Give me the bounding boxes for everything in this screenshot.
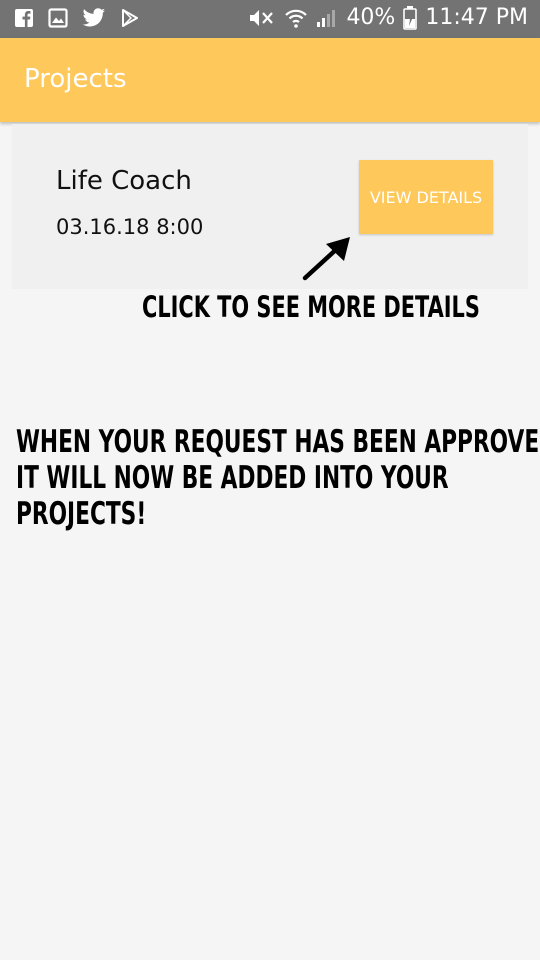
clock: 11:47 PM (425, 5, 528, 30)
project-card: Life Coach 03.16.18 8:00 VIEW DETAILS (12, 124, 528, 289)
status-bar: 40% 11:47 PM (0, 0, 540, 38)
battery-charging-icon (403, 5, 418, 30)
arrow-icon (302, 237, 350, 281)
app-bar: Projects (0, 38, 540, 122)
wifi-icon (284, 7, 308, 29)
annotation-click-hint: CLICK TO SEE MORE DETAILS (142, 290, 480, 324)
facebook-icon (14, 8, 34, 28)
notification-icons (14, 8, 140, 28)
signal-icon (316, 7, 338, 29)
play-store-icon (120, 8, 140, 28)
annotation-line: IT WILL NOW BE ADDED INTO YOUR (16, 460, 449, 496)
battery-percent: 40% (346, 5, 396, 30)
annotation-approval-note: WHEN YOUR REQUEST HAS BEEN APPROVED, IT … (16, 424, 540, 532)
view-details-button[interactable]: VIEW DETAILS (359, 160, 493, 234)
twitter-icon (82, 8, 106, 28)
gallery-icon (48, 8, 68, 28)
page-title: Projects (24, 64, 127, 94)
annotation-line: WHEN YOUR REQUEST HAS BEEN APPROVED, (16, 424, 540, 460)
project-name: Life Coach (56, 166, 192, 196)
mute-icon (248, 7, 276, 29)
project-date: 03.16.18 8:00 (56, 215, 204, 239)
annotation-line: PROJECTS! (16, 496, 147, 532)
system-status: 40% 11:47 PM (248, 5, 528, 30)
